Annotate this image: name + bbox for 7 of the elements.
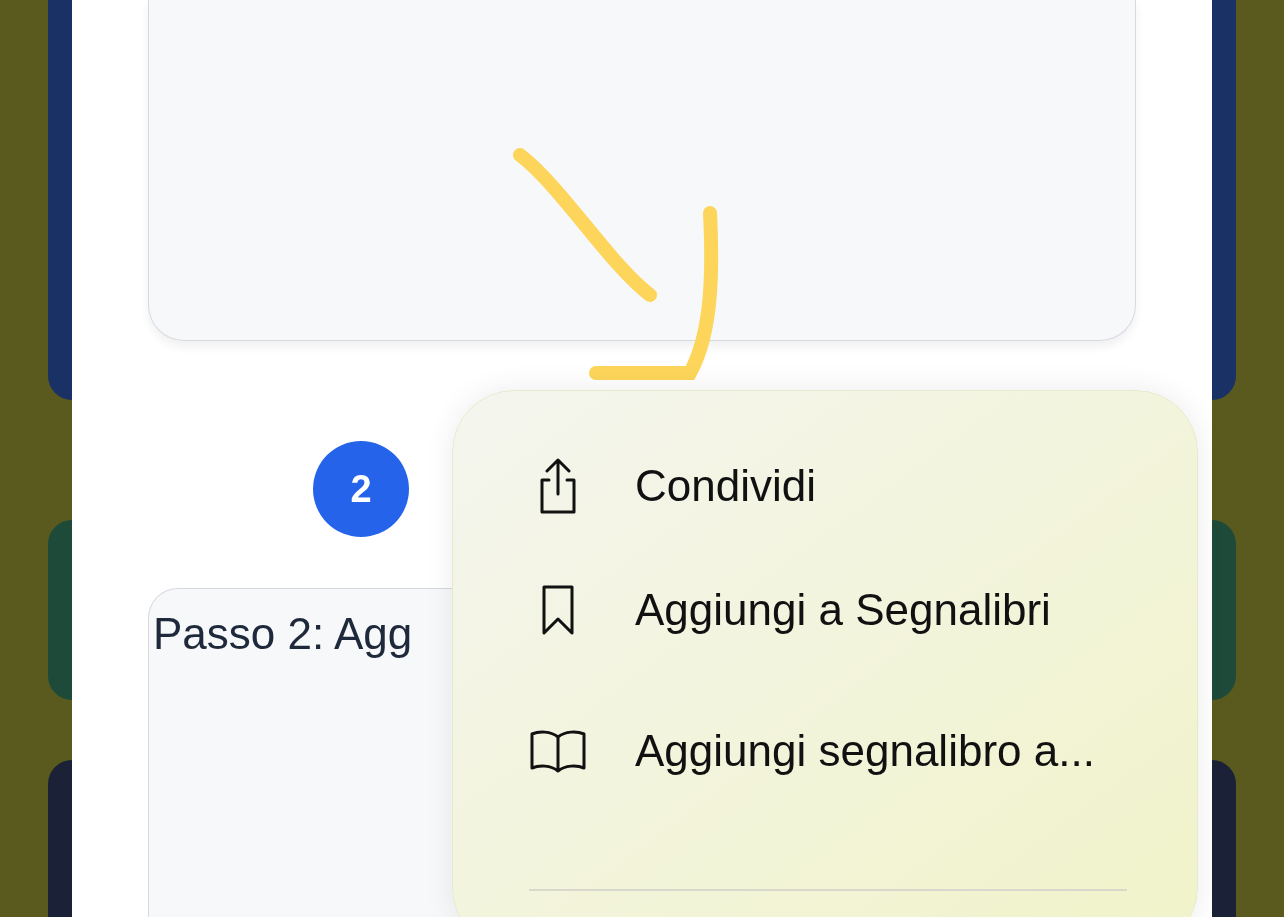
menu-item[interactable]: Aggiungi segnalibro a... — [529, 691, 1127, 811]
open-book-icon — [529, 729, 587, 773]
menu-item[interactable]: Condividi — [529, 439, 1127, 533]
step-title: Passo 2: Agg — [153, 609, 413, 658]
menu-item[interactable]: Aggiungi a Segnalibri — [529, 563, 1127, 657]
bookmark-icon — [540, 583, 576, 637]
step-number: 2 — [313, 441, 409, 537]
